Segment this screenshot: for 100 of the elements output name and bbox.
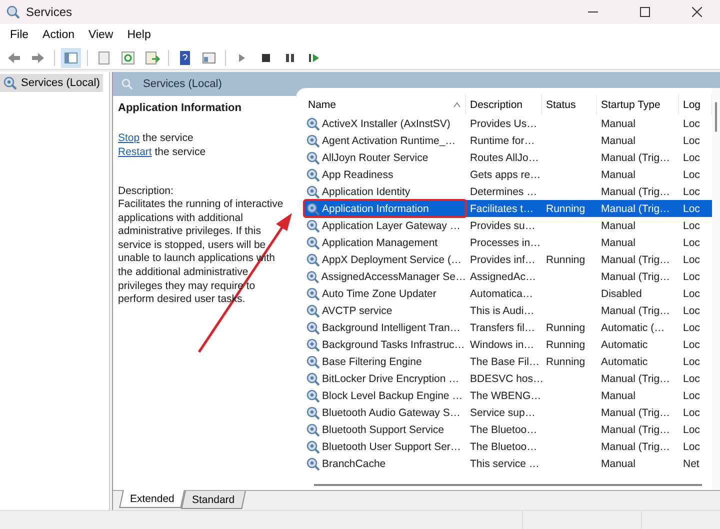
service-row[interactable]: Background Tasks Infrastruc… Windows in… Running Automatic Loc [304,336,712,353]
action-link[interactable]: Restart [118,146,152,158]
view-tab[interactable]: Extended [119,490,186,508]
service-row[interactable]: Block Level Backup Engine … The WBENG… Manual Loc [304,387,712,404]
service-row[interactable]: BranchCache This service … Manual Net [304,455,712,472]
table-cell-text: Loc [682,186,701,198]
table-cell-text: Automatic [600,338,649,350]
table-cell: ActiveX Installer (AxInstSV) [304,115,466,132]
service-row[interactable]: Auto Time Zone Updater Automatica… Disabled Loc [304,285,712,302]
service-row[interactable]: Application Management Processes in… Manual Loc [304,234,712,251]
table-cell-text: Loc [682,134,701,146]
sort-caret-icon [453,102,461,108]
table-cell-text: Manual [600,220,636,232]
console-tree-button[interactable] [61,48,81,68]
table-cell-text: Loc [682,338,701,350]
table-cell-text: Running [545,202,586,214]
table-cell-text: The WBENG… [469,390,542,402]
table-cell: Application Information [304,200,466,217]
table-cell-text: Facilitates t… [469,202,535,214]
service-row[interactable]: Bluetooth Support Service The Bluetoo… Manual (Trig… Loc [304,421,712,438]
export-icon [144,50,160,66]
vertical-scrollbar[interactable] [712,88,720,490]
service-row[interactable]: Bluetooth User Support Ser… The Bluetoo… Manual (Trig… Loc [304,438,712,455]
table-cell-text: Loc [682,390,701,402]
table-cell-text: This service … [469,458,540,470]
service-row[interactable]: Application Information Facilitates t… Running Manual (Trig… Loc [304,200,712,217]
service-row[interactable]: Base Filtering Engine The Base Fil… Running Automatic Loc [304,353,712,370]
service-title: Application Information [118,102,242,114]
menu-item[interactable]: Action [36,27,80,43]
table-cell-text: Loc [682,236,701,248]
table-cell-text: The Bluetoo… [469,424,538,436]
table-cell: AssignedAccessManager Se… [304,268,466,285]
table-cell-text: Loc [682,322,701,334]
column-header[interactable]: Name [304,94,466,115]
table-cell-text: Manual [600,118,636,130]
table-cell-text: Manual (Trig… [600,152,672,164]
service-row[interactable]: AllJoyn Router Service Routes AllJo… Manual (Trig… Loc [304,149,712,166]
table-cell-text: Provides inf… [469,254,536,266]
column-header[interactable]: Startup Type [597,94,679,115]
menu-item[interactable]: View [82,27,120,43]
refresh-icon [120,50,136,66]
table-cell-text: Routes AllJo… [469,152,540,164]
table-cell-text: BDESVC hos… [469,372,542,384]
table-cell-text: Manual (Trig… [600,424,672,436]
table-cell-text: Loc [682,202,701,214]
table-cell-text: Automatic (… [600,322,666,334]
service-row[interactable]: ActiveX Installer (AxInstSV) Provides Us… Manual Loc [304,115,712,132]
table-cell-text: Manual (Trig… [600,186,672,198]
table-cell-text: Gets apps re… [469,168,542,180]
action-link[interactable]: Stop [118,132,140,144]
panel-title: Services (Local) [143,78,222,90]
table-cell-text: Manual (Trig… [600,304,672,316]
table-cell-text: Manual [600,168,636,180]
table-cell: Bluetooth User Support Ser… [304,438,466,455]
table-cell-text: Manual (Trig… [600,440,672,452]
window-pane-icon [63,50,79,66]
table-cell: App Readiness [304,166,466,183]
table-cell-text: Loc [682,118,701,130]
table-cell: Agent Activation Runtime_… [304,132,466,149]
table-cell-text: Automatic [600,356,649,368]
menu-item[interactable]: File [4,27,35,43]
menu-item[interactable]: Help [121,27,157,43]
table-cell-text: Loc [682,152,701,164]
description-label: Description: [118,185,174,198]
column-header[interactable]: Description [466,94,542,115]
table-cell-text: AssignedAc… [469,270,537,282]
table-cell-text: Loc [682,372,701,384]
table-cell-text: Manual (Trig… [600,202,672,214]
table-cell-text: Running [545,356,586,368]
action-text: the service [142,132,194,144]
table-cell-text: Manual [600,134,636,146]
table-cell: BranchCache [304,455,466,472]
view-tab[interactable]: Standard [181,491,246,509]
table-cell-text: Provides Us… [469,118,538,130]
table-cell-text: Net [682,458,700,470]
table-cell-text: Manual [600,458,636,470]
table-cell-text: Running [545,322,586,334]
table-cell-text: Manual (Trig… [600,406,672,418]
service-row[interactable]: Background Intelligent Tran… Transfers fil… Running Automatic (… Loc [304,319,712,336]
service-row[interactable]: BitLocker Drive Encryption … BDESVC hos… Manual (Trig… Loc [304,370,712,387]
service-row[interactable]: Bluetooth Audio Gateway S… Service sup… Manual (Trig… Loc [304,404,712,421]
table-cell-text: Loc [682,168,701,180]
service-row[interactable]: Application Identity Determines … Manual (Trig… Loc [304,183,712,200]
service-row[interactable]: AppX Deployment Service (… Provides inf… Running Manual (Trig… Loc [304,251,712,268]
table-cell-text: Processes in… [469,236,542,248]
service-row[interactable]: AssignedAccessManager Se… AssignedAc… Manual (Trig… Loc [304,268,712,285]
table-cell: Block Level Backup Engine … [304,387,466,404]
table-cell-text: Provides su… [469,220,536,232]
table-cell-text: Loc [682,304,701,316]
table-cell: Bluetooth Support Service [304,421,466,438]
table-cell: Application Management [304,234,466,251]
search-icon [121,78,133,90]
service-row[interactable]: AVCTP service This is Audi… Manual (Trig… Loc [304,302,712,319]
service-row[interactable]: Agent Activation Runtime_… Runtime for… Manual Loc [304,132,712,149]
service-row[interactable]: Application Layer Gateway … Provides su… Manual Loc [304,217,712,234]
column-header[interactable]: Status [542,94,597,115]
tree-item[interactable]: Services (Local) [0,74,103,92]
service-row[interactable]: App Readiness Gets apps re… Manual Loc [304,166,712,183]
window-title: Services [26,5,74,19]
table-cell-text: Loc [682,270,701,282]
